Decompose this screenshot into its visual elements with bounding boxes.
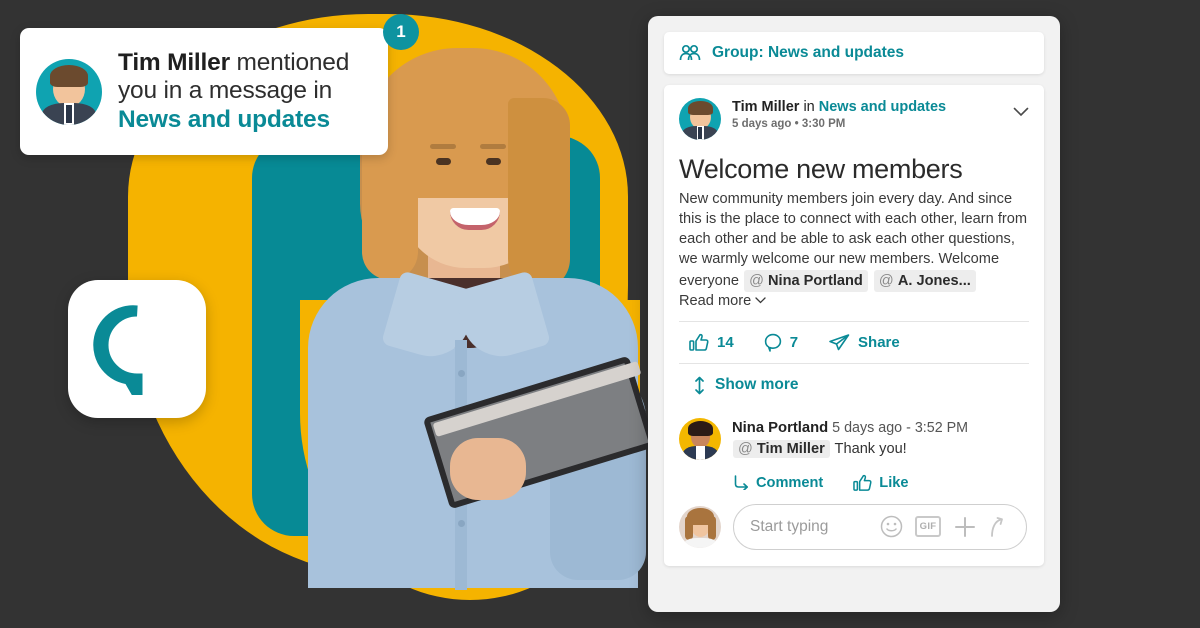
notification-count-badge: 1 <box>383 14 419 50</box>
comment-bubble-icon <box>764 333 781 352</box>
comment-author-name[interactable]: Nina Portland <box>732 420 828 436</box>
speech-bubble-logo-icon <box>93 305 143 395</box>
comment-mention-chip[interactable]: @ Tim Miller <box>733 439 830 458</box>
toast-author: Tim Miller <box>118 48 230 76</box>
share-paper-plane-icon <box>829 333 850 350</box>
chevron-down-icon <box>1013 107 1029 117</box>
chevron-down-icon <box>755 297 766 304</box>
mention-notification-toast[interactable]: Tim Miller mentioned you in a message in… <box>20 28 388 155</box>
composer-user-avatar[interactable] <box>679 505 721 548</box>
post-author-connector: in <box>799 99 819 115</box>
post-title: Welcome new members <box>679 154 963 184</box>
plus-attach-icon[interactable] <box>953 515 977 539</box>
comment-reply-label: Comment <box>756 474 824 491</box>
like-button[interactable]: 14 <box>689 333 734 352</box>
post-actions: 14 7 Share <box>679 322 1029 363</box>
show-more-label: Show more <box>715 376 799 394</box>
send-arrow-icon[interactable] <box>989 516 1010 538</box>
mention-name: Tim Miller <box>756 440 825 457</box>
mention-at-symbol: @ <box>738 440 753 457</box>
comment-input-box[interactable]: Start typing GIF <box>733 503 1027 550</box>
comment-actions: Comment Like <box>679 464 1029 498</box>
comment-input-placeholder: Start typing <box>750 517 829 535</box>
comment-composer: Start typing GIF <box>679 498 1029 554</box>
comment-count-label: 7 <box>789 333 799 351</box>
show-more-button[interactable]: Show more <box>693 376 799 395</box>
gif-icon[interactable]: GIF <box>915 516 941 538</box>
comment-like-button[interactable]: Like <box>853 474 909 492</box>
comment-like-label: Like <box>879 474 909 491</box>
toast-avatar <box>36 58 102 125</box>
comment-reply-button[interactable]: Comment <box>733 474 823 492</box>
post-body: New community members join every day. An… <box>679 189 1029 292</box>
post-author-line: Tim Miller in News and updates <box>732 99 1002 115</box>
comment-author-avatar[interactable] <box>679 417 721 460</box>
mention-at-symbol: @ <box>749 272 764 289</box>
comment-button[interactable]: 7 <box>764 333 798 352</box>
post-card: Tim Miller in News and updates 5 days ag… <box>664 85 1044 566</box>
post-timestamp: 5 days ago • 3:30 PM <box>732 118 846 130</box>
share-button[interactable]: Share <box>828 333 900 352</box>
comment-item: Nina Portland 5 days ago - 3:52 PM @ Tim… <box>679 410 1029 464</box>
emoji-smiley-icon[interactable] <box>880 515 903 538</box>
show-more-section: Show more <box>679 362 1029 410</box>
page-root: Tim Miller mentioned you in a message in… <box>0 0 1200 628</box>
post-author-avatar[interactable] <box>679 98 721 140</box>
like-count-label: 14 <box>717 333 734 351</box>
thumbs-up-icon <box>853 474 872 491</box>
group-header-label: Group: News and updates <box>712 44 905 61</box>
post-group-link[interactable]: News and updates <box>819 99 946 115</box>
toast-group-link[interactable]: News and updates <box>118 106 330 133</box>
read-more-label: Read more <box>679 292 752 309</box>
mention-name: A. Jones... <box>897 272 971 289</box>
post-author-name[interactable]: Tim Miller <box>732 99 799 115</box>
post-menu-button[interactable] <box>1013 98 1029 122</box>
toast-message: Tim Miller mentioned you in a message in… <box>118 49 372 135</box>
mention-chip[interactable]: @ Nina Portland <box>744 269 868 292</box>
comment-timestamp: 5 days ago - 3:52 PM <box>832 419 969 436</box>
group-header-bar[interactable]: Group: News and updates <box>664 32 1044 74</box>
expand-vertical-icon <box>695 376 704 394</box>
share-label: Share <box>858 333 900 351</box>
comment-body-text: Thank you! <box>830 440 907 457</box>
mention-at-symbol: @ <box>878 272 894 289</box>
mention-chip[interactable]: @ A. Jones... <box>873 269 976 292</box>
app-logo-tile <box>68 280 206 418</box>
group-people-icon <box>679 44 701 61</box>
mention-name: Nina Portland <box>767 272 863 289</box>
read-more-button[interactable]: Read more <box>679 293 766 309</box>
social-feed-panel: Group: News and updates Tim Miller in Ne… <box>648 16 1060 612</box>
comment-text: @ Tim Miller Thank you! <box>732 439 1027 458</box>
thumbs-up-icon <box>689 333 709 351</box>
comment-header: Nina Portland 5 days ago - 3:52 PM <box>732 420 1027 436</box>
post-header: Tim Miller in News and updates 5 days ag… <box>679 98 1029 140</box>
reply-arrow-icon <box>734 475 748 491</box>
